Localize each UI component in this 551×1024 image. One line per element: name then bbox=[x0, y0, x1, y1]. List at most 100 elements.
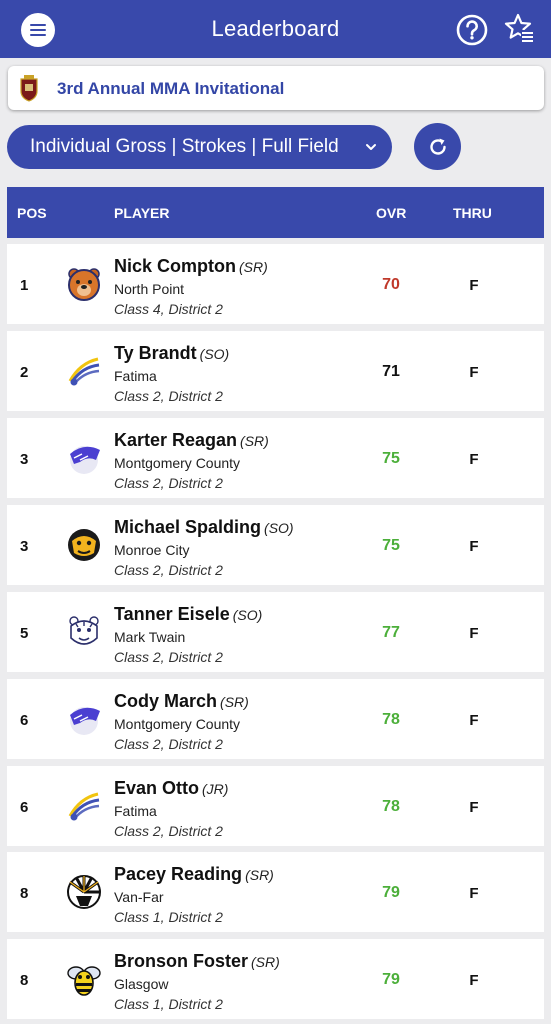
overall-score: 79 bbox=[382, 884, 400, 901]
col-player-header[interactable]: PLAYER bbox=[114, 205, 170, 221]
player-name[interactable]: Karter Reagan (SR) bbox=[114, 430, 269, 451]
panther-mascot-icon bbox=[68, 529, 100, 561]
thru-status: F bbox=[469, 538, 479, 555]
hornet-mascot-icon bbox=[67, 966, 101, 996]
class-district: Class 4, District 2 bbox=[114, 301, 223, 317]
class-district: Class 2, District 2 bbox=[114, 562, 223, 578]
event-name: 3rd Annual MMA Invitational bbox=[57, 79, 285, 98]
bear-mascot-icon bbox=[68, 268, 100, 301]
wildcat-mascot-icon bbox=[70, 707, 100, 735]
player-name-text: Bronson Foster bbox=[114, 951, 249, 971]
school-name: Fatima bbox=[114, 368, 157, 384]
row-position: 3 bbox=[20, 538, 29, 555]
player-name[interactable]: Michael Spalding (SO) bbox=[114, 517, 294, 538]
player-name-text: Pacey Reading bbox=[114, 864, 243, 884]
thru-status: F bbox=[469, 277, 479, 294]
table-row[interactable]: 1 Nick Compton (SR) North Point Class 4, … bbox=[7, 244, 544, 324]
crest-logo bbox=[20, 75, 38, 102]
thru-status: F bbox=[469, 799, 479, 816]
row-position: 5 bbox=[20, 625, 29, 642]
class-district: Class 2, District 2 bbox=[114, 649, 223, 665]
class-district: Class 2, District 2 bbox=[114, 475, 223, 491]
overall-score: 70 bbox=[382, 276, 400, 293]
table-row[interactable]: 8 Pacey Reading (SR) Van-Far Class 1, Dis… bbox=[7, 852, 544, 932]
player-name[interactable]: Bronson Foster (SR) bbox=[114, 951, 280, 972]
col-ovr-header[interactable]: OVR bbox=[376, 205, 406, 221]
school-name: Glasgow bbox=[114, 976, 169, 992]
class-district: Class 1, District 2 bbox=[114, 909, 223, 925]
row-position: 2 bbox=[20, 364, 29, 381]
player-year: (SR) bbox=[240, 433, 269, 449]
table-row[interactable]: 2 Ty Brandt (SO) Fatima Class 2, District… bbox=[7, 331, 544, 411]
col-thru-header[interactable]: THRU bbox=[453, 205, 492, 221]
player-name[interactable]: Ty Brandt (SO) bbox=[114, 343, 229, 364]
player-name-text: Michael Spalding bbox=[114, 517, 262, 537]
player-year: (SO) bbox=[232, 607, 263, 623]
school-name: Monroe City bbox=[114, 542, 190, 558]
overall-score: 78 bbox=[382, 798, 400, 815]
row-position: 8 bbox=[20, 885, 29, 902]
row-position: 6 bbox=[20, 712, 29, 729]
wildcat-mascot-icon bbox=[70, 446, 100, 474]
player-year: (SO) bbox=[264, 520, 294, 536]
player-name-text: Evan Otto bbox=[114, 778, 200, 798]
row-position: 3 bbox=[20, 451, 29, 468]
player-name[interactable]: Pacey Reading (SR) bbox=[114, 864, 274, 885]
table-row[interactable]: 3 Michael Spalding (SO) Monroe City Class… bbox=[7, 505, 544, 585]
question-circle-icon bbox=[456, 14, 488, 46]
school-name: Van-Far bbox=[114, 889, 164, 905]
thru-status: F bbox=[469, 712, 479, 729]
player-name-text: Tanner Eisele bbox=[114, 604, 230, 624]
player-name[interactable]: Cody March (SR) bbox=[114, 691, 249, 712]
top-bar: Leaderboard bbox=[0, 0, 551, 58]
table-header: POS PLAYER OVR THRU bbox=[7, 187, 544, 238]
overall-score: 78 bbox=[382, 711, 400, 728]
player-year: (JR) bbox=[202, 781, 229, 797]
indian-mascot-icon bbox=[67, 875, 101, 909]
overall-score: 75 bbox=[382, 537, 400, 554]
school-name: Montgomery County bbox=[114, 716, 241, 732]
player-year: (SO) bbox=[199, 346, 230, 362]
table-row[interactable]: 6 Cody March (SR) Montgomery County Class… bbox=[7, 679, 544, 759]
player-name[interactable]: Tanner Eisele (SO) bbox=[114, 604, 262, 625]
school-name: Mark Twain bbox=[114, 629, 186, 645]
player-year: (SR) bbox=[220, 694, 249, 710]
school-name: Montgomery County bbox=[114, 455, 241, 471]
row-position: 8 bbox=[20, 972, 29, 989]
player-year: (SR) bbox=[251, 954, 280, 970]
help-button[interactable] bbox=[455, 13, 489, 47]
refresh-button[interactable] bbox=[414, 123, 461, 170]
overall-score: 77 bbox=[382, 624, 400, 641]
overall-score: 71 bbox=[382, 363, 400, 380]
school-name: Fatima bbox=[114, 803, 157, 819]
leaderboard-filter-dropdown[interactable]: Individual Gross | Strokes | Full Field bbox=[7, 125, 392, 169]
overall-score: 79 bbox=[382, 971, 400, 988]
favorites-button[interactable] bbox=[503, 12, 537, 46]
player-name-text: Nick Compton bbox=[114, 256, 237, 276]
table-row[interactable]: 6 Evan Otto (JR) Fatima Class 2, District… bbox=[7, 766, 544, 846]
table-row[interactable]: 8 Bronson Foster (SR) Glasgow Class 1, Di… bbox=[7, 939, 544, 1019]
comet-mascot-icon bbox=[68, 357, 100, 386]
player-name[interactable]: Evan Otto (JR) bbox=[114, 778, 228, 799]
overall-score: 75 bbox=[382, 450, 400, 467]
tiger-mascot-icon bbox=[69, 616, 99, 645]
player-name-text: Ty Brandt bbox=[114, 343, 197, 363]
player-name[interactable]: Nick Compton (SR) bbox=[114, 256, 268, 277]
table-row[interactable]: 5 Tanner Eisele (SO) Mark Twain Class 2, … bbox=[7, 592, 544, 672]
thru-status: F bbox=[469, 972, 479, 989]
refresh-icon bbox=[429, 138, 446, 155]
star-list-icon bbox=[504, 13, 534, 42]
player-year: (SR) bbox=[245, 867, 274, 883]
col-pos-header[interactable]: POS bbox=[17, 205, 47, 221]
thru-status: F bbox=[469, 364, 479, 381]
table-row[interactable]: 3 Karter Reagan (SR) Montgomery County Cl… bbox=[7, 418, 544, 498]
player-name-text: Cody March bbox=[114, 691, 218, 711]
class-district: Class 2, District 2 bbox=[114, 388, 223, 404]
filter-label: Individual Gross | Strokes | Full Field bbox=[30, 136, 339, 157]
class-district: Class 2, District 2 bbox=[114, 736, 223, 752]
thru-status: F bbox=[469, 625, 479, 642]
player-name-text: Karter Reagan bbox=[114, 430, 238, 450]
event-card[interactable]: 3rd Annual MMA Invitational bbox=[8, 66, 544, 110]
thru-status: F bbox=[469, 885, 479, 902]
thru-status: F bbox=[469, 451, 479, 468]
